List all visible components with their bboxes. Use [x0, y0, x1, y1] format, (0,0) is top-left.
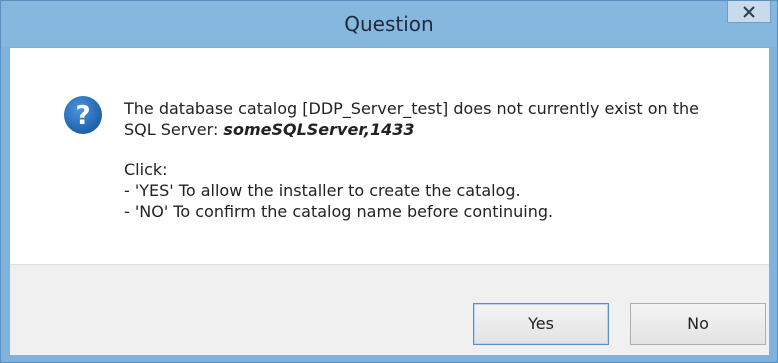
- message-text: The database catalog [DDP_Server_test] d…: [124, 98, 754, 222]
- yes-instruction: - 'YES' To allow the installer to create…: [124, 181, 521, 200]
- no-button[interactable]: No: [630, 303, 766, 345]
- close-icon: [743, 5, 755, 18]
- message-line-1: The database catalog [DDP_Server_test] d…: [124, 99, 699, 118]
- title-bar[interactable]: Question: [1, 1, 777, 47]
- close-button[interactable]: [727, 1, 771, 23]
- server-name: someSQLServer,1433: [223, 120, 415, 139]
- message-area: ? The database catalog [DDP_Server_test]…: [10, 48, 769, 264]
- dialog-body: ? The database catalog [DDP_Server_test]…: [9, 47, 770, 356]
- click-label: Click:: [124, 160, 168, 179]
- question-dialog: Question ? The database catalog [DDP_Ser…: [0, 0, 778, 363]
- message-line-2: SQL Server: someSQLServer,1433: [124, 119, 754, 140]
- svg-text:?: ?: [75, 101, 90, 131]
- button-bar: Yes No: [10, 264, 769, 355]
- question-icon: ?: [63, 95, 103, 135]
- yes-button[interactable]: Yes: [473, 303, 609, 345]
- no-instruction: - 'NO' To confirm the catalog name befor…: [124, 202, 554, 221]
- server-prefix: SQL Server:: [124, 120, 224, 139]
- dialog-title: Question: [344, 12, 434, 36]
